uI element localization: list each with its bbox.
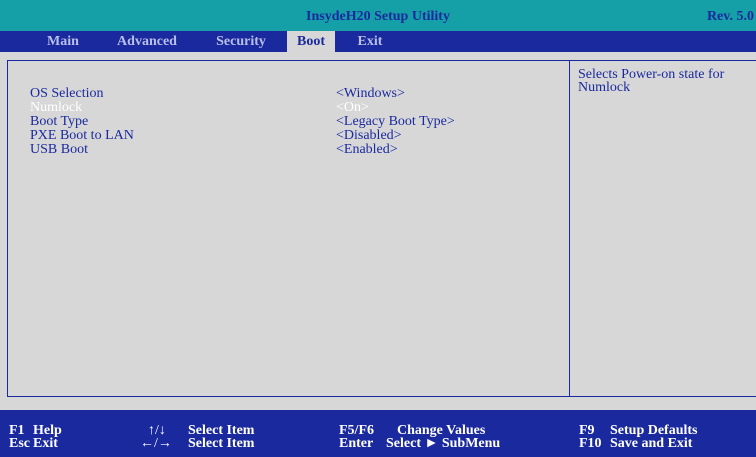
help-text: Selects Power-on state for Numlock	[578, 67, 725, 95]
setting-os-selection[interactable]: OS Selection <Windows>	[30, 87, 560, 101]
tab-bar: Main Advanced Security Boot Exit	[0, 31, 756, 52]
title-bar: InsydeH20 Setup Utility Rev. 5.0	[0, 0, 756, 31]
setting-label: USB Boot	[30, 142, 88, 157]
setting-usb-boot[interactable]: USB Boot <Enabled>	[30, 143, 560, 157]
content-panel: OS Selection <Windows> Numlock <On> Boot…	[0, 52, 756, 410]
setting-label: Numlock	[30, 100, 83, 115]
tab-security[interactable]: Security	[202, 31, 280, 52]
setting-value[interactable]: <On>	[336, 101, 369, 115]
help-divider	[569, 60, 570, 397]
revision-label: Rev. 5.0	[706, 9, 754, 24]
setting-boot-type[interactable]: Boot Type <Legacy Boot Type>	[30, 115, 560, 129]
setting-label: Boot Type	[30, 114, 89, 129]
tab-main[interactable]: Main	[34, 31, 92, 52]
footer-keybar: F1 Help Esc Exit ↑/↓ Select Item ←/→ Sel…	[0, 410, 756, 457]
setting-value[interactable]: <Windows>	[336, 87, 405, 101]
setting-numlock[interactable]: Numlock <On>	[30, 101, 560, 115]
setting-label: OS Selection	[30, 86, 104, 101]
key-esc-desc: Exit	[33, 436, 58, 451]
tab-boot[interactable]: Boot	[287, 31, 335, 52]
key-leftright-desc: Select Item	[188, 436, 255, 451]
tab-advanced[interactable]: Advanced	[103, 31, 191, 52]
key-f10: F10	[579, 436, 602, 451]
app-title: InsydeH20 Setup Utility	[306, 9, 450, 24]
setting-label: PXE Boot to LAN	[30, 128, 134, 143]
setting-value[interactable]: <Disabled>	[336, 129, 402, 143]
key-f10-desc: Save and Exit	[610, 436, 693, 451]
key-enter: Enter	[339, 436, 374, 451]
setting-pxe-boot[interactable]: PXE Boot to LAN <Disabled>	[30, 129, 560, 143]
settings-list: OS Selection <Windows> Numlock <On> Boot…	[30, 87, 560, 157]
setting-value[interactable]: <Enabled>	[336, 143, 398, 157]
key-leftright: ←/→	[140, 436, 172, 451]
key-esc: Esc	[9, 436, 30, 451]
setting-value[interactable]: <Legacy Boot Type>	[336, 115, 455, 129]
key-enter-desc: Select ► SubMenu	[386, 436, 501, 451]
tab-exit[interactable]: Exit	[345, 31, 395, 52]
